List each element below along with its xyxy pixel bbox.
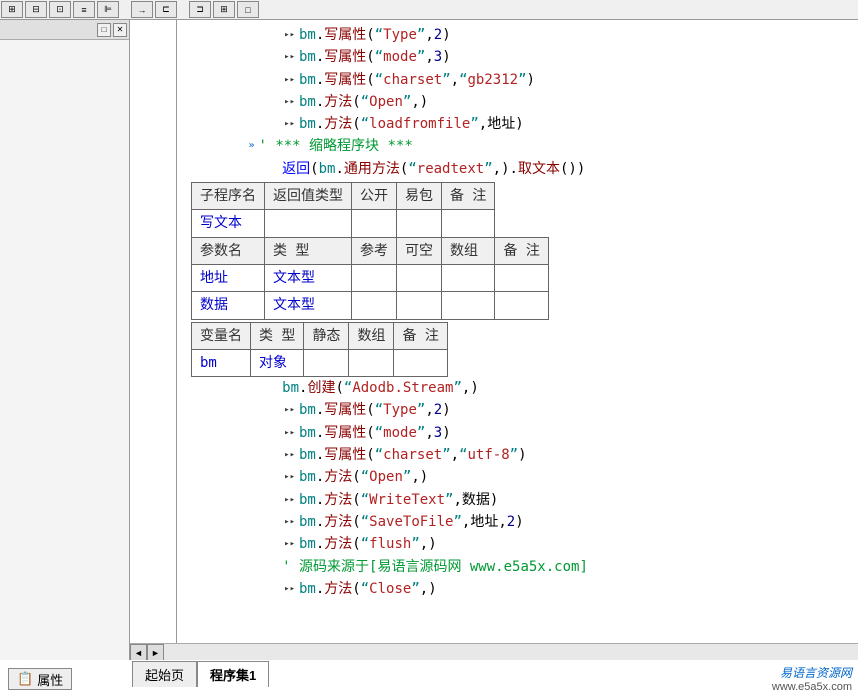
table-header: 备 注 [495, 237, 548, 264]
tool-btn-3[interactable]: ≡ [73, 1, 95, 18]
properties-icon: 📋 [17, 671, 33, 687]
panel-close-icon[interactable]: ✕ [113, 23, 127, 37]
table-cell[interactable] [349, 349, 394, 376]
code-line[interactable]: ▸▸bm.方法 (“SaveToFile”, 地址, 2) [181, 511, 854, 533]
table-header: 子程序名 [192, 183, 265, 210]
scroll-track[interactable] [164, 644, 858, 660]
table-header: 类 型 [251, 322, 304, 349]
table-cell[interactable] [442, 210, 495, 237]
subroutine-table[interactable]: 子程序名返回值类型公开易包备 注写文本参数名类 型参考可空数组备 注地址文本型数… [191, 182, 549, 319]
tab-start[interactable]: 起始页 [132, 661, 197, 687]
horizontal-scrollbar[interactable]: ◄ ► [130, 643, 858, 660]
table-cell[interactable]: 写文本 [192, 210, 265, 237]
table-cell[interactable]: bm [192, 349, 251, 376]
scroll-left-icon[interactable]: ◄ [130, 644, 147, 660]
code-editor[interactable]: ↓ + ▸▸bm.写属性 (“Type”, 2) ▸▸bm.写属性 (“mode… [130, 20, 858, 660]
scroll-right-icon[interactable]: ► [147, 644, 164, 660]
tool-btn-9[interactable]: □ [237, 1, 259, 18]
table-cell[interactable]: 数据 [192, 292, 265, 319]
properties-button[interactable]: 📋 属性 [8, 668, 72, 690]
table-header: 参考 [352, 237, 397, 264]
code-line[interactable]: ▸▸bm.方法 (“Open”, ) [181, 466, 854, 488]
toolbar: ⊞ ⊟ ⊡ ≡ ⊫ → ⊏ ⊐ ⊞ □ [0, 0, 858, 20]
table-cell[interactable] [495, 264, 548, 291]
tool-btn-0[interactable]: ⊞ [1, 1, 23, 18]
table-cell[interactable]: 文本型 [265, 264, 352, 291]
table-header: 变量名 [192, 322, 251, 349]
table-cell[interactable] [352, 264, 397, 291]
table-header: 静态 [304, 322, 349, 349]
watermark-url: www.e5a5x.com [772, 681, 852, 693]
tool-btn-4[interactable]: ⊫ [97, 1, 119, 18]
table-cell[interactable] [304, 349, 349, 376]
table-cell[interactable]: 地址 [192, 264, 265, 291]
table-header: 返回值类型 [265, 183, 352, 210]
panel-header: □ ✕ [0, 20, 129, 40]
table-header: 公开 [352, 183, 397, 210]
table-header: 可空 [397, 237, 442, 264]
tool-btn-8[interactable]: ⊞ [213, 1, 235, 18]
left-panel: □ ✕ [0, 20, 130, 660]
table-header: 数组 [442, 237, 495, 264]
table-header: 易包 [397, 183, 442, 210]
return-line[interactable]: 返回 (bm.通用方法 (“readtext”, ).取文本 ()) [181, 158, 854, 180]
table-header: 参数名 [192, 237, 265, 264]
comment-line[interactable]: ' 源码来源于[易语言源码网 www.e5a5x.com] [181, 556, 854, 578]
code-line[interactable]: ▸▸bm.写属性 (“Type”, 2) [181, 399, 854, 421]
tool-btn-2[interactable]: ⊡ [49, 1, 71, 18]
table-cell[interactable] [397, 292, 442, 319]
table-cell[interactable] [352, 292, 397, 319]
table-cell[interactable]: 对象 [251, 349, 304, 376]
table-header: 备 注 [394, 322, 447, 349]
watermark: 易语言资源网 www.e5a5x.com [772, 664, 852, 693]
gutter: ↓ + [130, 20, 177, 660]
tool-btn-7[interactable]: ⊐ [189, 1, 211, 18]
table-header: 备 注 [442, 183, 495, 210]
table-header: 数组 [349, 322, 394, 349]
table-cell[interactable] [397, 210, 442, 237]
table-cell[interactable] [397, 264, 442, 291]
code-line[interactable]: ▸▸bm.方法 (“Open”, ) [181, 91, 854, 113]
table-cell[interactable] [495, 292, 548, 319]
code-body[interactable]: ▸▸bm.写属性 (“Type”, 2) ▸▸bm.写属性 (“mode”, 3… [177, 20, 858, 643]
code-line[interactable]: ▸▸bm.方法 (“loadfromfile”, 地址) [181, 113, 854, 135]
table-cell[interactable] [352, 210, 397, 237]
tabs: 起始页 程序集1 [132, 661, 269, 687]
code-line[interactable]: ▸▸bm.写属性 (“mode”, 3) [181, 422, 854, 444]
properties-label: 属性 [37, 670, 63, 689]
code-line[interactable]: ▸▸bm.方法 (“flush”, ) [181, 533, 854, 555]
table-cell[interactable] [442, 292, 495, 319]
code-line[interactable]: bm.创建 (“Adodb.Stream”, ) [181, 377, 854, 399]
code-line[interactable]: ▸▸bm.方法 (“Close ”, ) [181, 578, 854, 600]
tool-btn-6[interactable]: ⊏ [155, 1, 177, 18]
tab-program[interactable]: 程序集1 [197, 661, 269, 687]
tool-btn-1[interactable]: ⊟ [25, 1, 47, 18]
variable-table[interactable]: 变量名类 型静态数组备 注 bm对象 [191, 322, 448, 378]
table-cell[interactable] [265, 210, 352, 237]
bottom-bar: 📋 属性 起始页 程序集1 易语言资源网 www.e5a5x.com [0, 660, 858, 695]
panel-min-icon[interactable]: □ [97, 23, 111, 37]
watermark-title: 易语言资源网 [772, 664, 852, 681]
code-line[interactable]: ▸▸bm.写属性 (“Type”, 2) [181, 24, 854, 46]
code-line[interactable]: ▸▸bm.写属性 (“charset”, “gb2312”) [181, 69, 854, 91]
comment-line[interactable]: »' *** 缩略程序块 *** [181, 135, 854, 157]
table-cell[interactable]: 文本型 [265, 292, 352, 319]
code-line[interactable]: ▸▸bm.写属性 (“mode”, 3) [181, 46, 854, 68]
tool-btn-5[interactable]: → [131, 1, 153, 18]
table-cell[interactable] [442, 264, 495, 291]
table-header: 类 型 [265, 237, 352, 264]
table-cell[interactable] [394, 349, 447, 376]
code-line[interactable]: ▸▸bm.写属性 (“charset”, “utf-8”) [181, 444, 854, 466]
code-line[interactable]: ▸▸bm.方法 (“WriteText”, 数据) [181, 489, 854, 511]
